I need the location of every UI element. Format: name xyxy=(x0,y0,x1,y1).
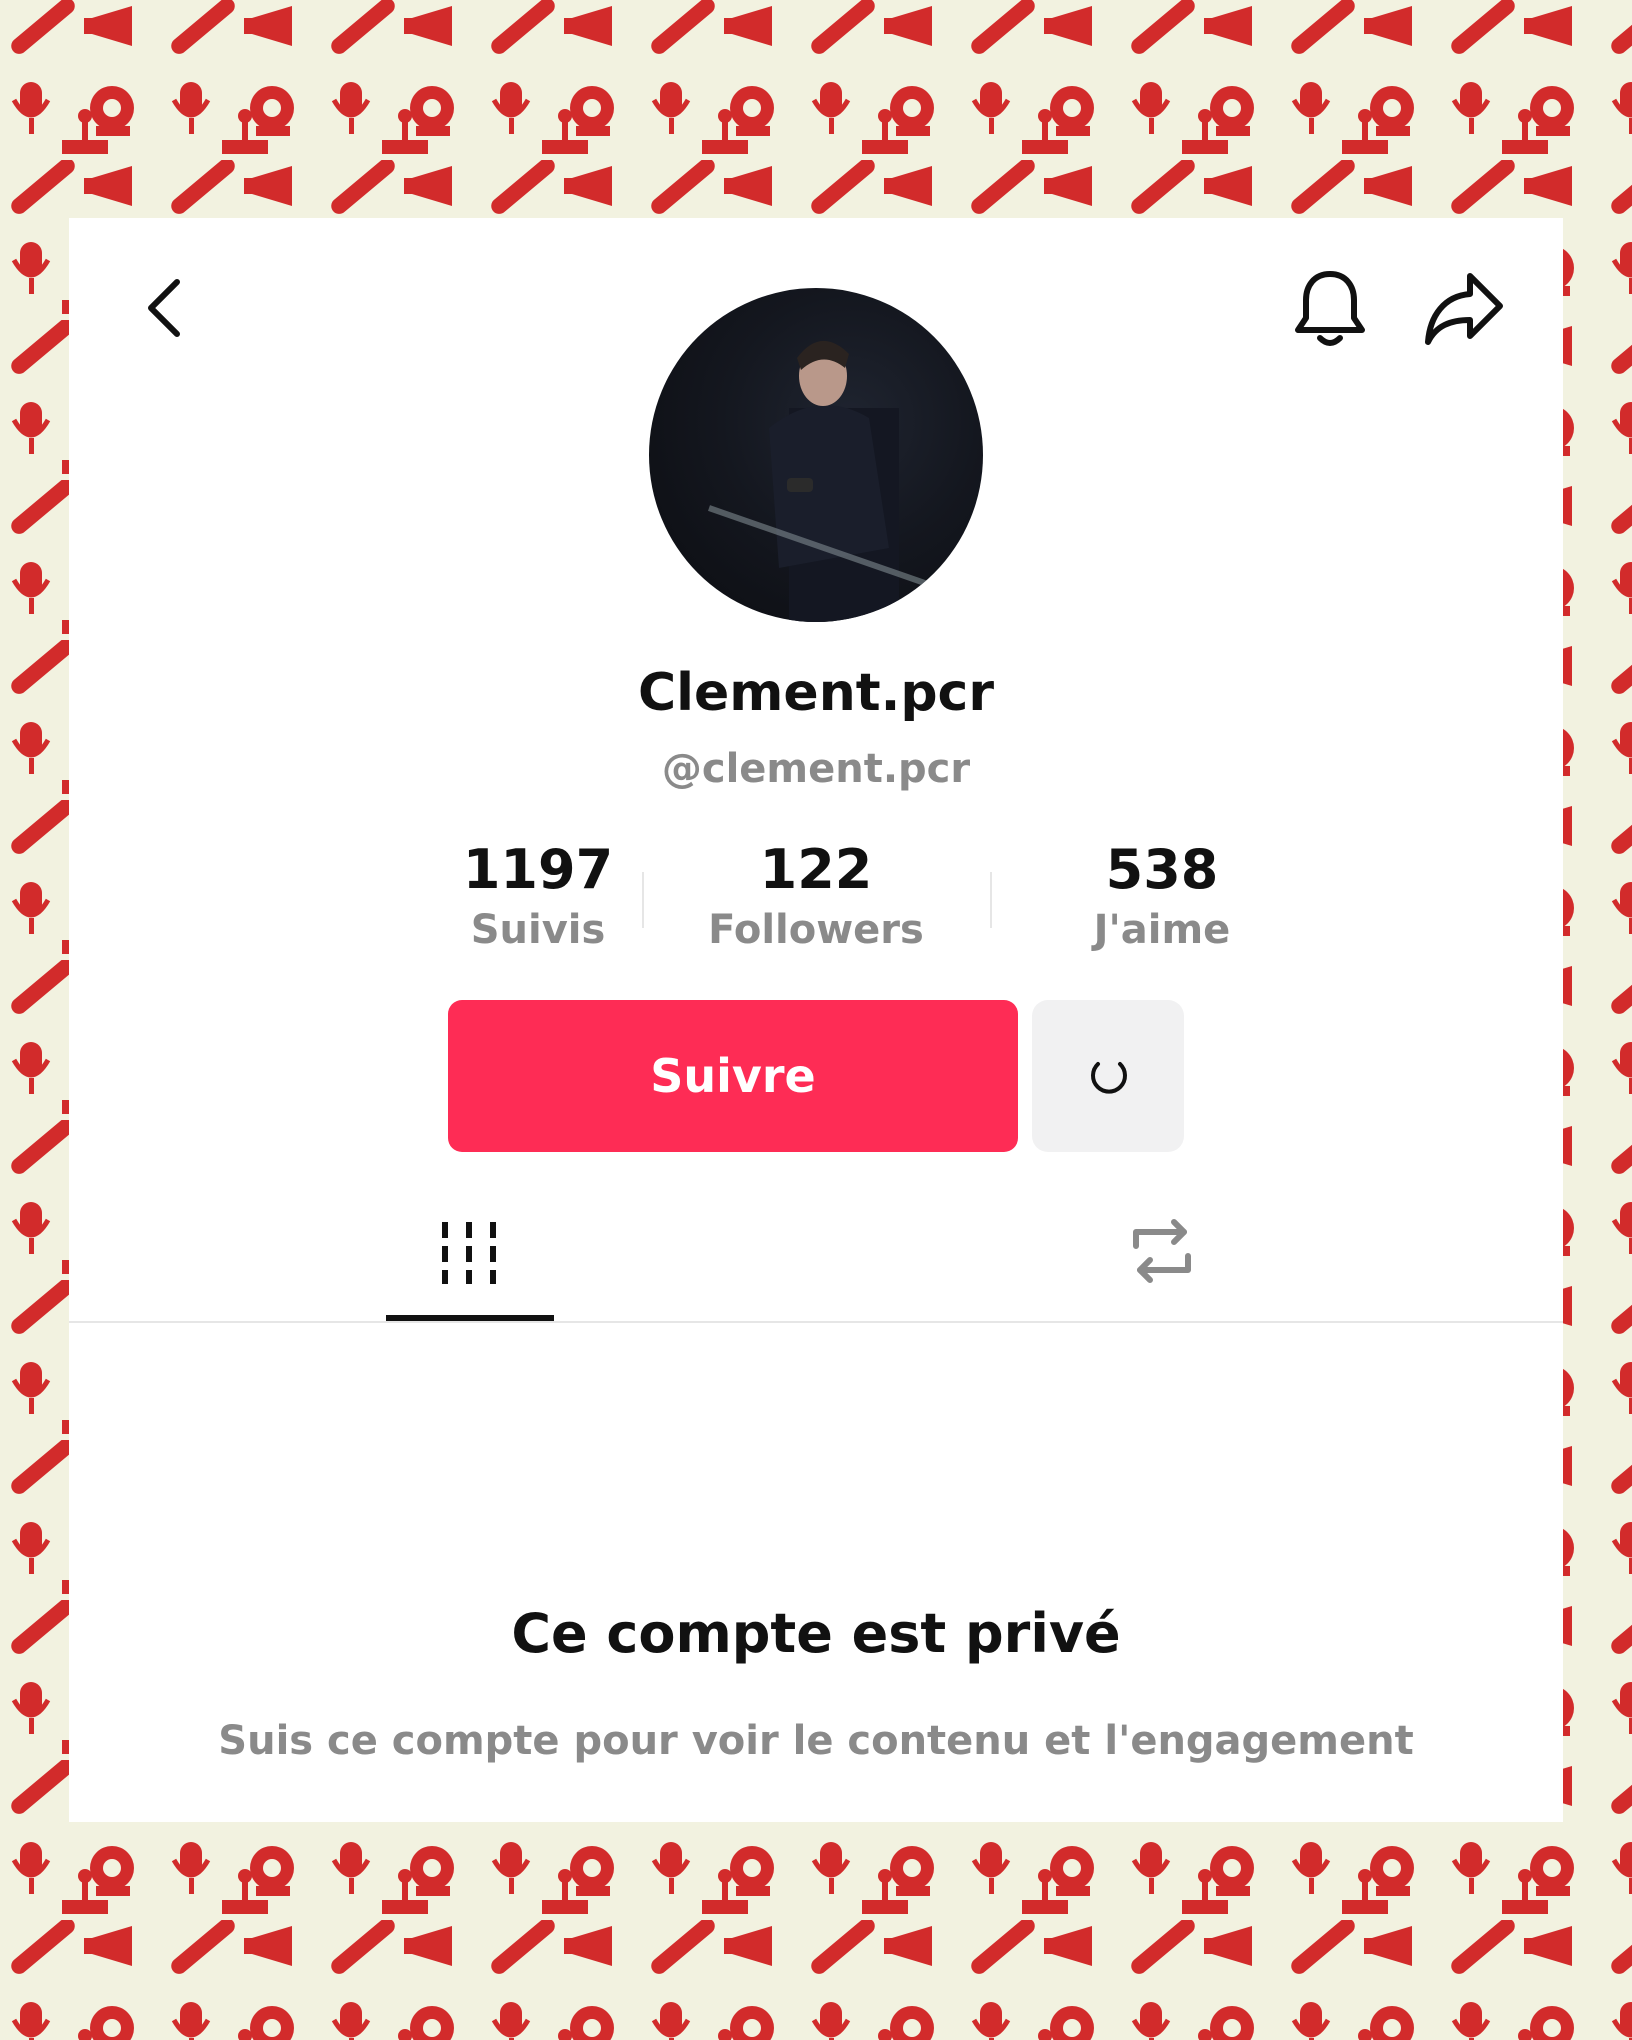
stat-followers-label: Followers xyxy=(708,907,924,953)
tab-reposts[interactable] xyxy=(1078,1218,1246,1322)
stat-likes[interactable]: 538 J'aime xyxy=(1032,838,1292,958)
tab-videos[interactable] xyxy=(386,1218,554,1322)
stat-divider xyxy=(990,872,992,928)
avatar xyxy=(649,288,983,622)
private-account-subtitle: Suis ce compte pour voir le contenu et l… xyxy=(218,1718,1414,1764)
private-account-title: Ce compte est privé xyxy=(511,1602,1121,1665)
videos-grid-icon xyxy=(442,1222,496,1284)
display-name: Clement.pcr xyxy=(637,663,995,723)
stat-following-value: 1197 xyxy=(462,838,614,901)
follow-button[interactable]: Suivre xyxy=(448,1000,1018,1152)
share-button[interactable] xyxy=(1409,254,1519,364)
stat-followers-value: 122 xyxy=(759,838,873,901)
bell-icon xyxy=(1295,271,1365,346)
back-button[interactable] xyxy=(115,258,215,358)
repost-icon xyxy=(1133,1219,1191,1283)
chevron-left-icon xyxy=(148,279,180,337)
stat-following[interactable]: 1197 Suivis xyxy=(408,838,668,958)
stat-likes-value: 538 xyxy=(1105,838,1219,901)
share-arrow-icon xyxy=(1425,273,1503,345)
profile-photo-icon xyxy=(708,340,940,622)
stat-following-label: Suivis xyxy=(470,907,606,953)
notification-button[interactable] xyxy=(1275,254,1385,364)
stat-likes-label: J'aime xyxy=(1093,907,1231,953)
tabs-divider xyxy=(69,1321,1563,1323)
stat-divider xyxy=(642,872,644,928)
refresh-circle-icon xyxy=(1091,1062,1127,1094)
stat-followers[interactable]: 122 Followers xyxy=(686,838,946,958)
suggested-accounts-button[interactable] xyxy=(1032,1000,1184,1152)
username: @clement.pcr xyxy=(661,746,971,792)
profile-card: Clement.pcr @clement.pcr 1197 Suivis 122… xyxy=(69,218,1563,1822)
